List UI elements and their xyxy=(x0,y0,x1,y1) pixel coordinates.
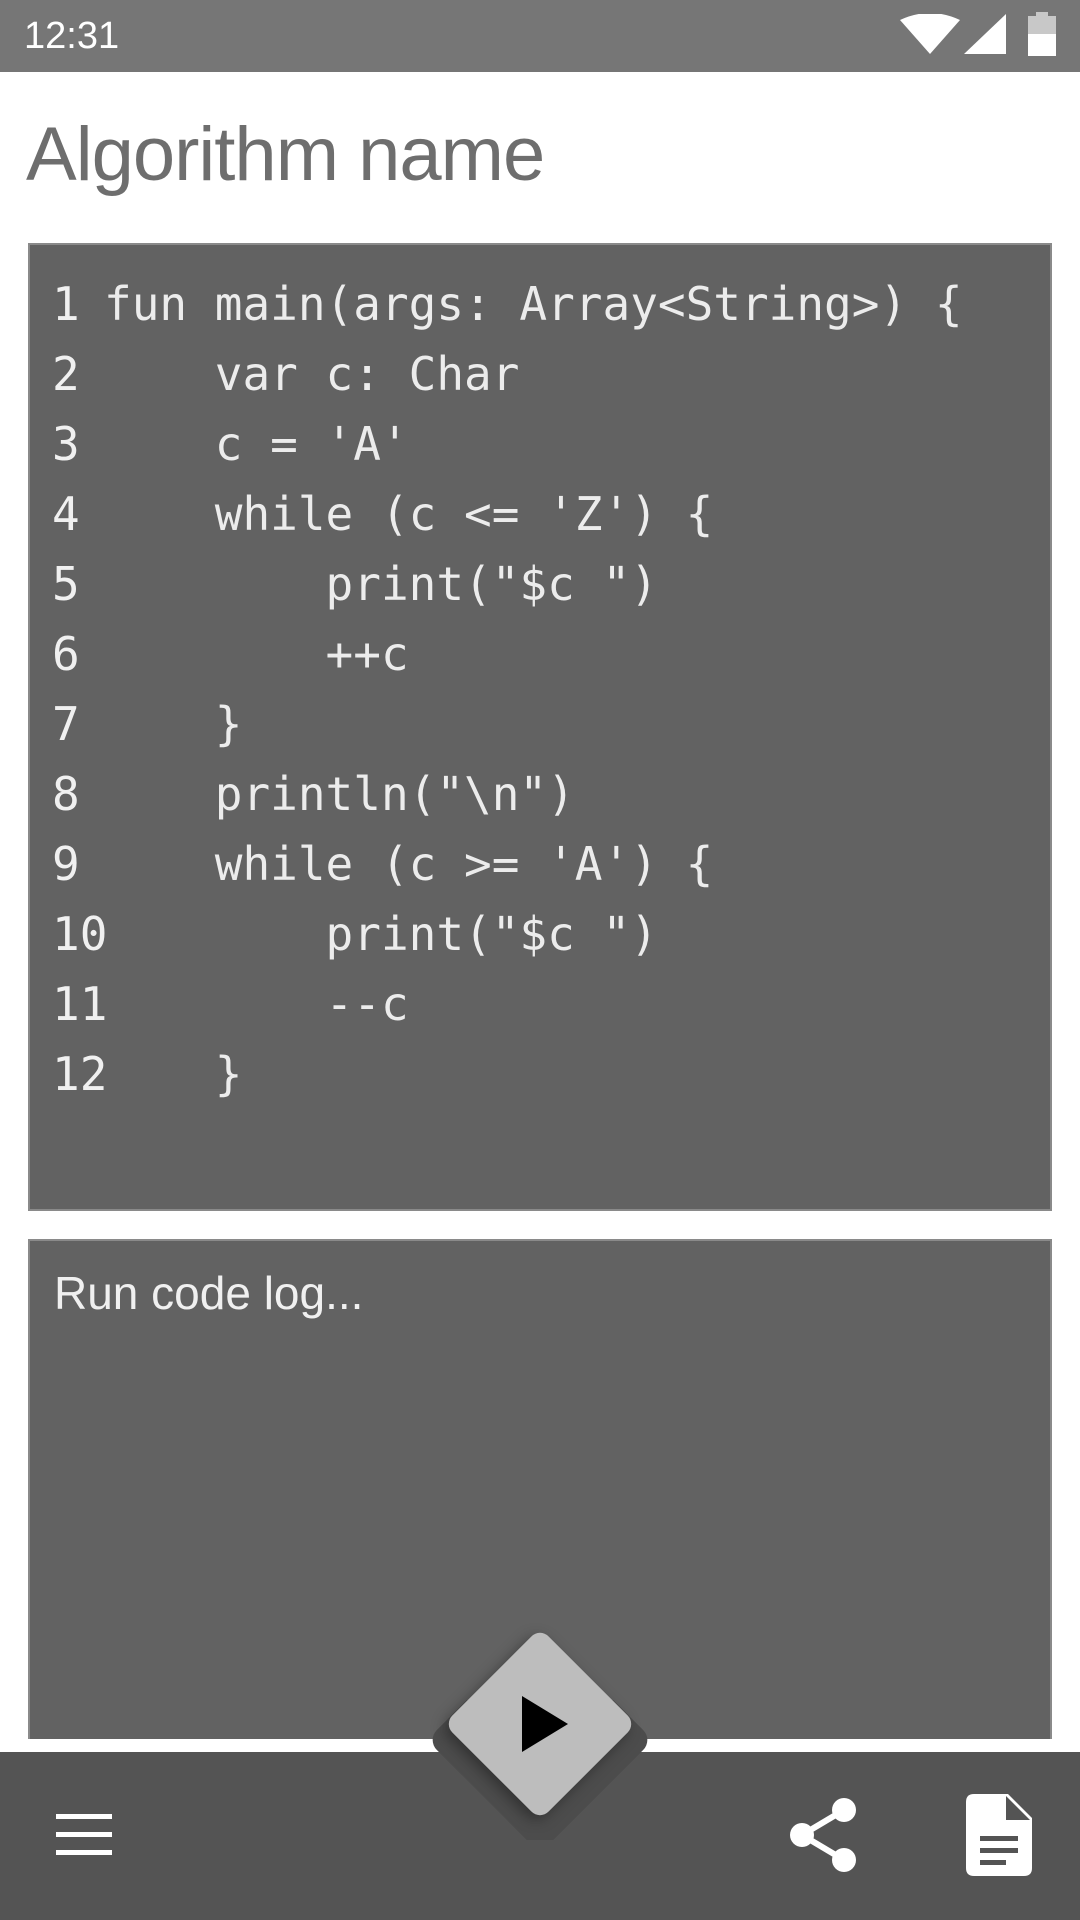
code-line: 11 --c xyxy=(52,969,1050,1039)
line-number: 11 xyxy=(52,977,108,1031)
code-editor[interactable]: 1 fun main(args: Array<String>) { 2 var c:… xyxy=(28,243,1052,1211)
line-number: 2 xyxy=(52,347,80,401)
code-line: 3 c = 'A' xyxy=(52,409,1050,479)
code-text: while (c >= 'A') { xyxy=(104,837,714,891)
code-line: 1 fun main(args: Array<String>) { xyxy=(52,269,1050,339)
menu-button[interactable] xyxy=(44,1806,124,1866)
line-number: 12 xyxy=(52,1047,108,1101)
battery-icon xyxy=(1028,12,1056,56)
line-number: 10 xyxy=(52,907,108,961)
code-line: 4 while (c <= 'Z') { xyxy=(52,479,1050,549)
code-line: 9 while (c >= 'A') { xyxy=(52,829,1050,899)
status-bar: 12:31 xyxy=(0,0,1080,72)
share-button[interactable] xyxy=(784,1794,862,1876)
code-line: 12 } xyxy=(52,1039,1050,1109)
code-text: ++c xyxy=(104,627,409,681)
code-text: print("$c ") xyxy=(104,557,658,611)
code-text: --c xyxy=(104,977,409,1031)
code-lines: 1 fun main(args: Array<String>) { 2 var c:… xyxy=(52,269,1050,1109)
code-text: fun main(args: Array<String>) { xyxy=(104,277,963,331)
line-number: 5 xyxy=(52,557,80,611)
line-number: 4 xyxy=(52,487,80,541)
page-title: Algorithm name xyxy=(26,112,545,197)
play-icon xyxy=(522,1696,568,1752)
code-line: 8 println("\n") xyxy=(52,759,1050,829)
code-line: 6 ++c xyxy=(52,619,1050,689)
code-line: 7 } xyxy=(52,689,1050,759)
code-text: println("\n") xyxy=(104,767,575,821)
signal-icon xyxy=(964,14,1006,54)
line-number: 6 xyxy=(52,627,80,681)
share-icon xyxy=(790,1798,856,1872)
line-number: 8 xyxy=(52,767,80,821)
code-text: while (c <= 'Z') { xyxy=(104,487,714,541)
status-time: 12:31 xyxy=(24,15,120,57)
code-text: print("$c ") xyxy=(104,907,658,961)
code-text: } xyxy=(104,697,243,751)
code-line: 5 print("$c ") xyxy=(52,549,1050,619)
code-text: } xyxy=(104,1047,243,1101)
code-text: var c: Char xyxy=(104,347,520,401)
code-text: c = 'A' xyxy=(104,417,409,471)
line-number: 3 xyxy=(52,417,80,471)
run-log-placeholder: Run code log... xyxy=(54,1267,364,1319)
document-icon xyxy=(966,1794,1032,1876)
line-number: 9 xyxy=(52,837,80,891)
code-line: 2 var c: Char xyxy=(52,339,1050,409)
document-button[interactable] xyxy=(966,1794,1032,1876)
wifi-icon xyxy=(900,14,960,54)
run-button[interactable] xyxy=(443,1627,637,1821)
code-line: 10 print("$c ") xyxy=(52,899,1050,969)
menu-icon xyxy=(56,1814,112,1855)
line-number: 1 xyxy=(52,277,80,331)
line-number: 7 xyxy=(52,697,80,751)
